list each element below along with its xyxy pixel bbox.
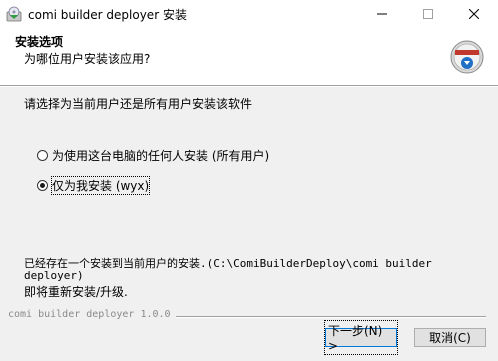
radio-all-users[interactable]: 为使用这台电脑的任何人安装 (所有用户) <box>37 147 269 164</box>
cancel-button-label: 取消(C) <box>429 331 471 345</box>
minimize-button[interactable] <box>359 0 405 28</box>
existing-install-notice: 已经存在一个安装到当前用户的安装.(C:\ComiBuilderDeploy\c… <box>24 257 439 282</box>
header-subtitle: 为哪位用户安装该应用? <box>24 52 151 66</box>
reinstall-notice: 即将重新安装/升级. <box>24 285 128 299</box>
setup-cd-icon <box>6 6 22 22</box>
radio-current-user-label[interactable]: 仅为我安装 (wyx) <box>50 176 151 195</box>
installer-badge-icon <box>450 40 484 74</box>
close-button[interactable] <box>451 0 497 28</box>
radio-all-users-circle[interactable] <box>37 150 48 161</box>
radio-current-user[interactable]: 仅为我安装 (wyx) <box>37 176 151 195</box>
next-button[interactable]: 下一步(N) > <box>324 320 398 355</box>
radio-all-users-label[interactable]: 为使用这台电脑的任何人安装 (所有用户) <box>52 147 269 164</box>
maximize-button[interactable] <box>405 0 451 28</box>
dialog-header: 安装选项 为哪位用户安装该应用? <box>0 28 498 86</box>
brand-label: comi builder deployer 1.0.0 <box>8 309 171 320</box>
next-button-label: 下一步(N) > <box>324 320 398 355</box>
minimize-icon <box>377 13 387 15</box>
cancel-button[interactable]: 取消(C) <box>414 328 486 347</box>
header-divider <box>0 86 498 87</box>
footer-divider <box>176 316 486 318</box>
close-icon <box>469 9 479 19</box>
window-title: comi builder deployer 安装 <box>28 8 187 22</box>
maximize-icon <box>423 9 433 19</box>
install-scope-prompt: 请选择为当前用户还是所有用户安装该软件 <box>24 97 253 111</box>
radio-current-user-circle[interactable] <box>37 180 48 191</box>
installer-window: comi builder deployer 安装 安装选项 为哪位用户安装该应用… <box>0 0 498 361</box>
title-bar[interactable]: comi builder deployer 安装 <box>0 0 498 28</box>
header-title: 安装选项 <box>15 35 64 49</box>
